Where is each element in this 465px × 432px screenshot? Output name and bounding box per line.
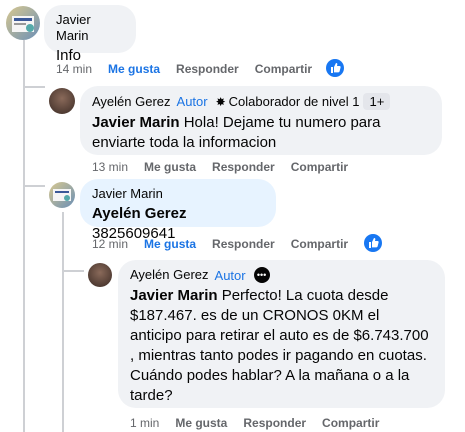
contributor-badge-label: Colaborador de nivel 1 bbox=[228, 94, 360, 109]
comment-author[interactable]: Ayelén Gerez bbox=[130, 267, 209, 283]
reply-button[interactable]: Responder bbox=[212, 237, 275, 251]
reply-button[interactable]: Responder bbox=[212, 160, 275, 174]
like-button[interactable]: Me gusta bbox=[144, 160, 196, 174]
chat-bubble-icon[interactable]: ••• bbox=[253, 267, 270, 283]
avatar[interactable] bbox=[88, 263, 112, 287]
reply-button[interactable]: Responder bbox=[176, 62, 239, 76]
like-button[interactable]: Me gusta bbox=[175, 416, 227, 430]
badge-count[interactable]: 1+ bbox=[363, 93, 391, 110]
comment-time[interactable]: 14 min bbox=[56, 62, 92, 76]
star-icon: ✸ bbox=[215, 94, 226, 109]
thread-connector bbox=[62, 270, 84, 272]
author-badge: Autor bbox=[214, 267, 246, 283]
share-button[interactable]: Compartir bbox=[255, 62, 312, 76]
comment-header: Ayelén Gerez Autor ••• bbox=[130, 267, 433, 283]
comment-text: Javier Marin Hola! Dejame tu numero para… bbox=[92, 113, 430, 153]
share-button[interactable]: Compartir bbox=[291, 237, 348, 251]
comment-time[interactable]: 12 min bbox=[92, 237, 128, 251]
avatar-image bbox=[12, 16, 34, 32]
author-badge: Autor bbox=[176, 94, 208, 109]
mention-link[interactable]: Javier Marin bbox=[130, 287, 218, 304]
thread-line bbox=[62, 212, 64, 432]
reply-button[interactable]: Responder bbox=[243, 416, 306, 430]
comment-bubble: Ayelén Gerez Autor ✸ Colaborador de nive… bbox=[80, 86, 442, 155]
comment-actions: 14 min Me gusta Responder Compartir bbox=[56, 62, 328, 76]
comment-author[interactable]: Javier Marin bbox=[56, 12, 124, 44]
comment-time[interactable]: 13 min bbox=[92, 160, 128, 174]
comment-bubble: Javier Marin Info bbox=[44, 5, 136, 64]
avatar[interactable] bbox=[6, 6, 40, 40]
mention-link[interactable]: Javier Marin bbox=[92, 114, 180, 131]
avatar-image bbox=[53, 189, 71, 201]
comment-body: Perfecto! La cuota desde $187.467. es de… bbox=[130, 287, 429, 404]
like-button[interactable]: Me gusta bbox=[108, 62, 160, 76]
comment-actions: 12 min Me gusta Responder Compartir bbox=[92, 237, 364, 251]
mention-link[interactable]: Ayelén Gerez bbox=[92, 205, 187, 222]
comment-time[interactable]: 1 min bbox=[130, 416, 159, 430]
like-reaction-icon[interactable] bbox=[364, 234, 382, 252]
avatar[interactable] bbox=[49, 88, 75, 114]
thread-connector bbox=[23, 185, 45, 187]
avatar[interactable] bbox=[49, 182, 75, 208]
thread-line bbox=[23, 40, 25, 432]
comment-actions: 13 min Me gusta Responder Compartir bbox=[92, 160, 364, 174]
thread-connector bbox=[23, 86, 45, 88]
share-button[interactable]: Compartir bbox=[291, 160, 348, 174]
like-reaction-icon[interactable] bbox=[326, 59, 344, 77]
comment-author[interactable]: Javier Marin bbox=[92, 186, 264, 202]
comment-text: Javier Marin Perfecto! La cuota desde $1… bbox=[130, 286, 433, 406]
comment-header: Ayelén Gerez Autor ✸ Colaborador de nive… bbox=[92, 93, 430, 110]
comment-bubble: Ayelén Gerez Autor ••• Javier Marin Perf… bbox=[118, 260, 445, 408]
share-button[interactable]: Compartir bbox=[322, 416, 379, 430]
contributor-badge[interactable]: ✸ Colaborador de nivel 1 bbox=[216, 94, 360, 109]
comment-bubble: Javier Marin Ayelén Gerez 3825609641 bbox=[80, 179, 276, 242]
comment-actions: 1 min Me gusta Responder Compartir bbox=[130, 416, 395, 430]
like-button[interactable]: Me gusta bbox=[144, 237, 196, 251]
comment-author[interactable]: Ayelén Gerez bbox=[92, 94, 171, 110]
